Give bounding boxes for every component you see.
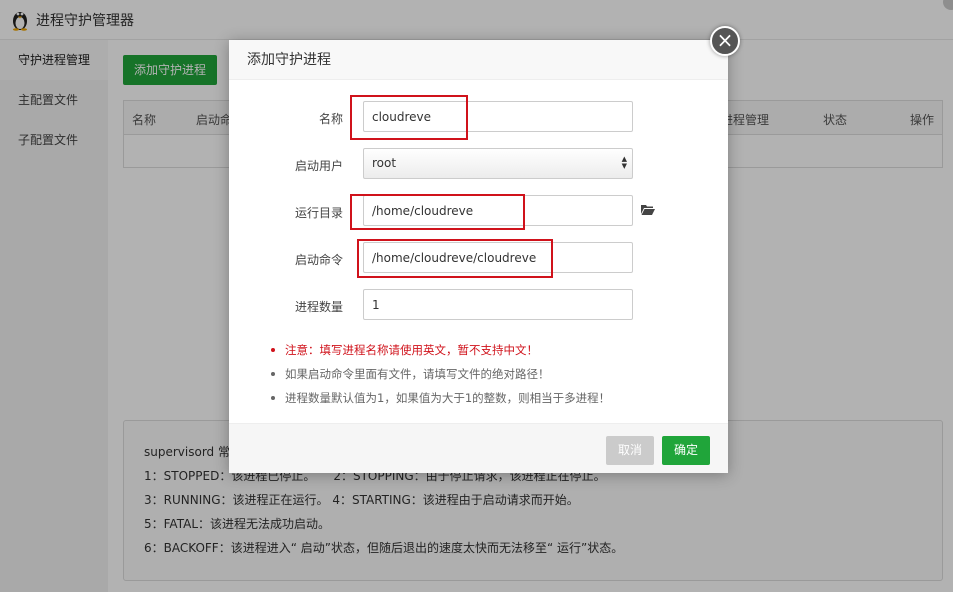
confirm-button[interactable]: 确定 [662, 436, 710, 465]
note-item: 如果启动命令里面有文件，请填写文件的绝对路径！ [271, 362, 610, 386]
dialog-title: 添加守护进程 [229, 40, 728, 80]
notes-list: 注意：填写进程名称请使用英文，暂不支持中文！ 如果启动命令里面有文件，请填写文件… [271, 338, 610, 410]
user-label: 启动用户 [294, 159, 343, 173]
note-item: 进程数量默认值为1，如果值为大于1的整数，则相当于多进程！ [271, 386, 610, 410]
cmd-label: 启动命令 [294, 253, 343, 267]
highlight-box [350, 194, 525, 230]
count-label: 进程数量 [294, 300, 343, 314]
dir-label: 运行目录 [294, 206, 343, 220]
count-input[interactable] [363, 289, 633, 320]
user-select-value: root [372, 156, 397, 170]
highlight-box [350, 95, 468, 140]
name-label: 名称 [318, 112, 343, 126]
highlight-box [357, 239, 553, 278]
close-icon[interactable]: × [710, 26, 740, 56]
add-daemon-dialog: 添加守护进程 名称 启动用户 root ▲▼ 运行目录 启动命令 进程数量 注意… [229, 40, 728, 473]
folder-open-icon[interactable] [641, 204, 655, 215]
note-warning: 注意：填写进程名称请使用英文，暂不支持中文！ [271, 338, 610, 362]
dialog-footer: 取消 确定 [229, 423, 728, 473]
user-select[interactable]: root ▲ ▼ [363, 148, 633, 179]
select-arrows-icon: ▲ ▼ [621, 155, 627, 170]
cancel-button[interactable]: 取消 [606, 436, 654, 465]
